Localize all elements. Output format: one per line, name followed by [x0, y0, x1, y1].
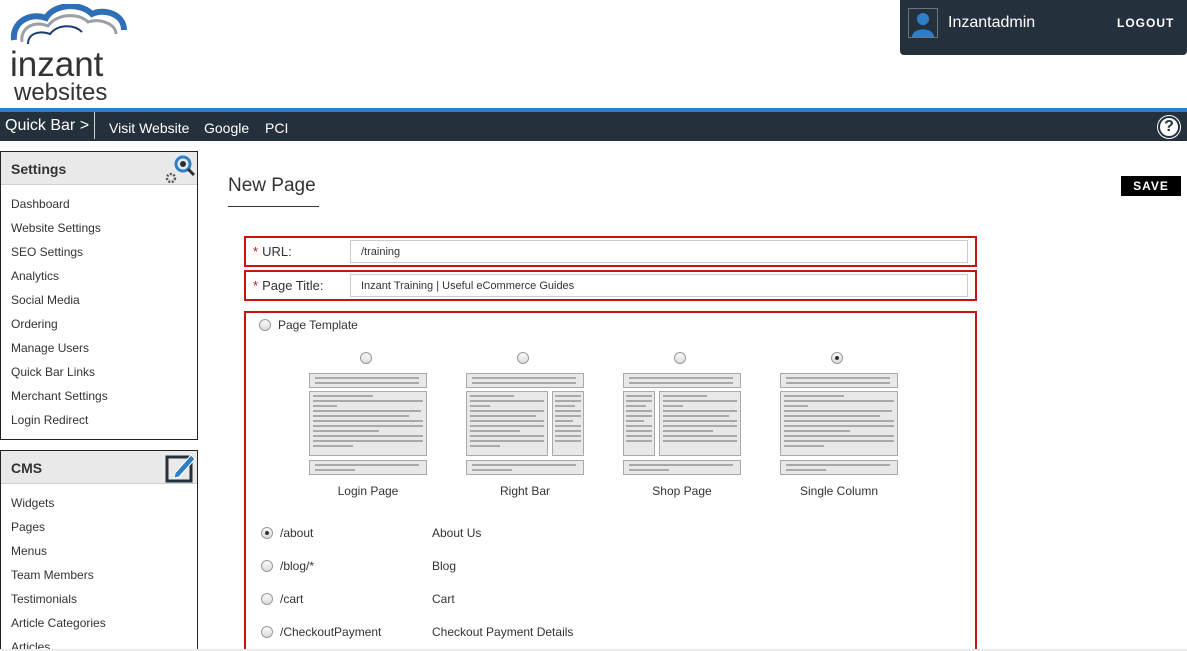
- cms-panel: CMS Widgets Pages Menus Team Members Tes…: [0, 450, 198, 651]
- template-label-right-bar: Right Bar: [499, 484, 551, 498]
- page-radio-cart[interactable]: [261, 593, 273, 605]
- template-thumbnail-single-column[interactable]: [780, 373, 898, 475]
- page-path-cart: /cart: [280, 592, 304, 606]
- sidebar-item-menus[interactable]: Menus: [11, 544, 47, 558]
- template-label-single-column: Single Column: [799, 484, 879, 498]
- template-thumbnail-login-page[interactable]: [309, 373, 427, 475]
- sidebar-item-testimonials[interactable]: Testimonials: [11, 592, 77, 606]
- page-name-blog: Blog: [432, 559, 457, 573]
- quick-link-visit-website[interactable]: Visit Website: [109, 112, 189, 144]
- template-label-login-page: Login Page: [337, 484, 399, 498]
- sidebar-item-social-media[interactable]: Social Media: [11, 293, 80, 307]
- sidebar-item-login-redirect[interactable]: Login Redirect: [11, 413, 88, 427]
- template-radio-single-column[interactable]: [831, 352, 843, 364]
- page-name-about: About Us: [432, 526, 482, 540]
- quick-bar: Quick Bar > Visit Website Google PCI ?: [0, 112, 1187, 141]
- sidebar-item-manage-users[interactable]: Manage Users: [11, 341, 89, 355]
- cms-panel-title: CMS: [11, 460, 43, 476]
- quick-link-google[interactable]: Google: [204, 112, 249, 144]
- template-thumbnail-right-bar[interactable]: [466, 373, 584, 475]
- settings-panel-title: Settings: [11, 161, 67, 177]
- page-name-checkout-payment: Checkout Payment Details: [432, 625, 574, 639]
- quick-link-pci[interactable]: PCI: [265, 112, 288, 144]
- sidebar-item-pages[interactable]: Pages: [11, 520, 45, 534]
- page-title-input[interactable]: [350, 274, 968, 297]
- page-template-radio[interactable]: [259, 319, 271, 331]
- sidebar-item-ordering[interactable]: Ordering: [11, 317, 58, 331]
- page-title-label: * Page Title:: [253, 278, 324, 293]
- page-title-field-row: * Page Title:: [244, 270, 977, 301]
- logout-button[interactable]: LOGOUT: [1117, 16, 1174, 30]
- sidebar-item-article-categories[interactable]: Article Categories: [11, 616, 106, 630]
- svg-text:websites: websites: [13, 79, 107, 104]
- title-underline: [228, 206, 319, 207]
- url-label: * URL:: [253, 244, 292, 259]
- page-title: New Page: [228, 175, 316, 196]
- sidebar-item-website-settings[interactable]: Website Settings: [11, 221, 101, 235]
- page-radio-checkout-payment[interactable]: [261, 626, 273, 638]
- sidebar-item-quick-bar-links[interactable]: Quick Bar Links: [11, 365, 95, 379]
- page-title-label-text: Page Title:: [262, 278, 324, 293]
- page-radio-about[interactable]: [261, 527, 273, 539]
- user-box: Inzantadmin LOGOUT: [900, 0, 1187, 55]
- page-path-about: /about: [280, 526, 314, 540]
- url-input[interactable]: [350, 240, 968, 263]
- inzant-logo[interactable]: inzant websites: [8, 4, 138, 104]
- required-marker: *: [253, 244, 259, 259]
- template-radio-login-page[interactable]: [360, 352, 372, 364]
- template-thumbnail-shop-page[interactable]: [623, 373, 741, 475]
- save-button[interactable]: SAVE: [1121, 176, 1181, 196]
- sidebar-item-widgets[interactable]: Widgets: [11, 496, 54, 510]
- page-name-cart: Cart: [432, 592, 455, 606]
- cms-panel-header: CMS: [1, 451, 197, 484]
- template-radio-shop-page[interactable]: [674, 352, 686, 364]
- sidebar-item-analytics[interactable]: Analytics: [11, 269, 59, 283]
- template-label-shop-page: Shop Page: [652, 484, 712, 498]
- url-label-text: URL:: [262, 244, 292, 259]
- page-radio-blog[interactable]: [261, 560, 273, 572]
- edit-icon: [165, 454, 196, 483]
- sidebar-item-dashboard[interactable]: Dashboard: [11, 197, 70, 211]
- user-name: Inzantadmin: [948, 14, 1036, 31]
- template-radio-right-bar[interactable]: [517, 352, 529, 364]
- settings-panel-header: Settings: [1, 152, 197, 185]
- settings-panel: Settings Dashboard Website Settings SEO …: [0, 151, 198, 440]
- page-path-blog: /blog/*: [280, 559, 315, 573]
- page-path-checkout-payment: /CheckoutPayment: [280, 625, 382, 639]
- page-template-label: Page Template: [278, 318, 358, 332]
- gear-search-icon: [165, 155, 196, 184]
- quick-bar-title[interactable]: Quick Bar >: [0, 112, 96, 139]
- help-icon[interactable]: ?: [1158, 116, 1180, 138]
- user-avatar-icon: [908, 8, 938, 38]
- sidebar-item-merchant-settings[interactable]: Merchant Settings: [11, 389, 108, 403]
- sidebar-item-team-members[interactable]: Team Members: [11, 568, 94, 582]
- sidebar-item-seo-settings[interactable]: SEO Settings: [11, 245, 83, 259]
- template-section: Page Template Login Page Right Bar Shop …: [244, 311, 977, 651]
- url-field-row: * URL:: [244, 236, 977, 267]
- header: inzant websites Inzantadmin LOGOUT: [0, 0, 1187, 108]
- required-marker: *: [253, 278, 259, 293]
